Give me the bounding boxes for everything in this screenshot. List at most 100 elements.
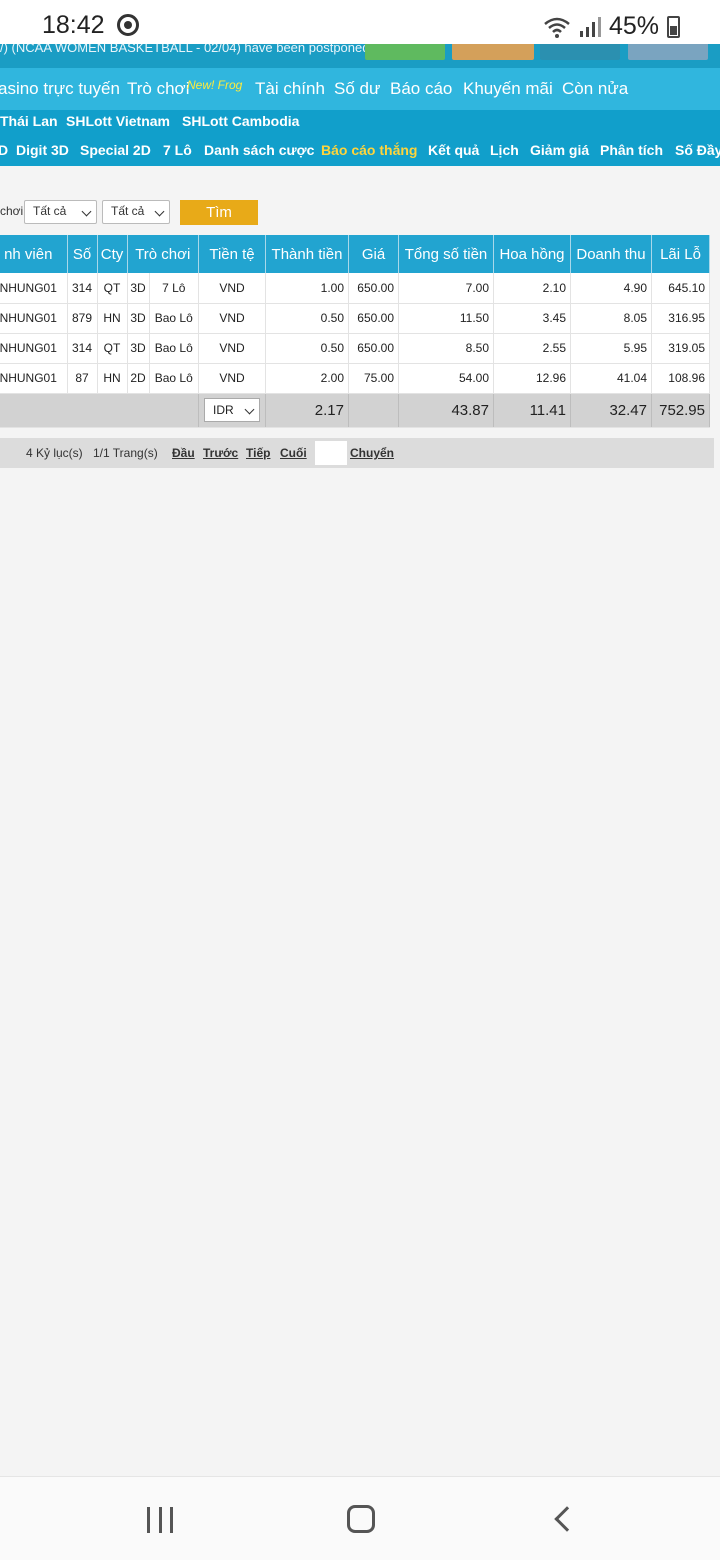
cell-commission: 12.96 (493, 363, 571, 394)
game-filter-label: chơi (0, 204, 24, 218)
cell-digit-type: 2D (127, 363, 150, 394)
col-profit-loss: Lãi Lỗ (651, 235, 710, 273)
game-nav: D Digit 3D Special 2D 7 Lô Danh sách cượ… (0, 136, 720, 166)
cell-number: 314 (67, 333, 98, 364)
nav-analysis[interactable]: Phân tích (600, 142, 663, 158)
nav-results[interactable]: Kết quả (428, 142, 479, 158)
prev-page-link[interactable]: Trước (203, 446, 238, 460)
nav-balance[interactable]: Số dư (334, 79, 380, 99)
table-header-row: nh viên Số Cty Trò chơi Tiền tệ Thành ti… (0, 235, 710, 273)
nav-finance[interactable]: Tài chính (255, 79, 325, 99)
nav-7-lo[interactable]: 7 Lô (163, 142, 192, 158)
battery-icon (667, 15, 680, 38)
cell-profit-loss: 316.95 (651, 303, 710, 334)
game-type-select[interactable]: Tất cả (24, 200, 97, 224)
cell-member: NHUNG01 (0, 273, 68, 304)
col-total: Tổng số tiền (398, 235, 494, 273)
cell-price: 650.00 (348, 303, 399, 334)
nav-shlott-cambodia[interactable]: SHLott Cambodia (182, 113, 299, 129)
ticker-button-teal[interactable] (540, 44, 620, 60)
back-icon[interactable] (554, 1506, 580, 1532)
cell-revenue: 4.90 (570, 273, 652, 304)
signal-icon (579, 16, 601, 37)
lottery-region-nav: Thái Lan SHLott Vietnam SHLott Cambodia (0, 110, 720, 136)
nav-discount[interactable]: Giảm giá (530, 142, 589, 158)
cell-commission: 2.55 (493, 333, 571, 364)
cell-amount: 2.00 (265, 363, 349, 394)
cell-digit-type: 3D (127, 273, 150, 304)
nav-casino[interactable]: asino trực tuyến (0, 79, 120, 99)
recent-apps-icon[interactable] (147, 1507, 173, 1533)
total-price-empty (348, 393, 399, 428)
ticker-button-orange[interactable] (452, 44, 534, 60)
pagination-bar: 4 Kỷ lục(s) 1/1 Trang(s) Đầu Trước Tiếp … (0, 438, 714, 468)
cell-profit-loss: 319.05 (651, 333, 710, 364)
nav-promotions[interactable]: Khuyến mãi (463, 79, 553, 99)
cell-game: Bao Lô (149, 363, 199, 394)
col-number: Số (67, 235, 98, 273)
cell-game: 7 Lô (149, 273, 199, 304)
col-member: nh viên (0, 235, 68, 273)
nav-schedule[interactable]: Lịch (490, 142, 519, 158)
col-company: Cty (97, 235, 128, 273)
nav-game-d[interactable]: D (0, 142, 8, 158)
cell-amount: 0.50 (265, 333, 349, 364)
table-total-row: IDR 2.17 43.87 11.41 32.47 752.95 (0, 393, 710, 428)
cell-total: 11.50 (398, 303, 494, 334)
col-amount: Thành tiền (265, 235, 349, 273)
search-button[interactable]: Tìm (180, 200, 258, 225)
last-page-link[interactable]: Cuối (280, 446, 307, 460)
cell-member: NHUNG01 (0, 363, 68, 394)
nav-more[interactable]: Còn nửa (562, 79, 628, 99)
status-time: 18:42 (42, 11, 105, 39)
total-spacer (0, 393, 199, 428)
total-revenue: 32.47 (570, 393, 652, 428)
cell-price: 650.00 (348, 333, 399, 364)
first-page-link[interactable]: Đầu (172, 446, 195, 460)
news-ticker: /) (NCAA WOMEN BASKETBALL - 02/04) have … (0, 44, 720, 68)
go-page-link[interactable]: Chuyển (350, 446, 394, 460)
table-row: NHUNG01 314 QT 3D Bao Lô VND 0.50 650.00… (0, 333, 710, 364)
record-count: 4 Kỷ lục(s) (26, 446, 83, 460)
cell-price: 75.00 (348, 363, 399, 394)
currency-select[interactable]: IDR (204, 398, 260, 422)
nav-bet-list[interactable]: Danh sách cược (204, 142, 314, 158)
home-icon[interactable] (347, 1505, 375, 1533)
wifi-icon (544, 17, 570, 38)
nav-full-numbers[interactable]: Số Đầy (675, 142, 720, 158)
cell-member: NHUNG01 (0, 333, 68, 364)
chevron-down-icon (154, 206, 165, 217)
total-sum: 43.87 (398, 393, 494, 428)
cell-game: Bao Lô (149, 333, 199, 364)
col-game: Trò chơi (127, 235, 199, 273)
cell-amount: 0.50 (265, 303, 349, 334)
cell-total: 54.00 (398, 363, 494, 394)
next-page-link[interactable]: Tiếp (246, 446, 270, 460)
total-profit-loss: 752.95 (651, 393, 710, 428)
ticker-button-gray[interactable] (628, 44, 708, 60)
game-select[interactable]: Tất cả (102, 200, 170, 224)
nav-thailand[interactable]: Thái Lan (0, 113, 58, 129)
nav-win-report[interactable]: Báo cáo thắng (321, 142, 417, 158)
nav-shlott-vietnam[interactable]: SHLott Vietnam (66, 113, 170, 129)
page-number-input[interactable] (315, 441, 347, 465)
cell-digit-type: 3D (127, 333, 150, 364)
cell-profit-loss: 645.10 (651, 273, 710, 304)
win-report-table: nh viên Số Cty Trò chơi Tiền tệ Thành ti… (0, 235, 710, 428)
chevron-down-icon (244, 404, 255, 415)
cell-revenue: 8.05 (570, 303, 652, 334)
cell-profit-loss: 108.96 (651, 363, 710, 394)
col-revenue: Doanh thu (570, 235, 652, 273)
currency-select-value: IDR (213, 403, 234, 417)
sync-icon (117, 14, 139, 36)
ticker-button-green[interactable] (365, 44, 445, 60)
cell-number: 314 (67, 273, 98, 304)
nav-report[interactable]: Báo cáo (390, 79, 452, 99)
nav-special-2d[interactable]: Special 2D (80, 142, 151, 158)
nav-digit-3d[interactable]: Digit 3D (16, 142, 69, 158)
cell-currency: VND (198, 303, 266, 334)
nav-games[interactable]: Trò chơi (127, 79, 189, 99)
cell-amount: 1.00 (265, 273, 349, 304)
status-indicators: 45% (543, 12, 680, 41)
system-nav-bar (0, 1476, 720, 1560)
